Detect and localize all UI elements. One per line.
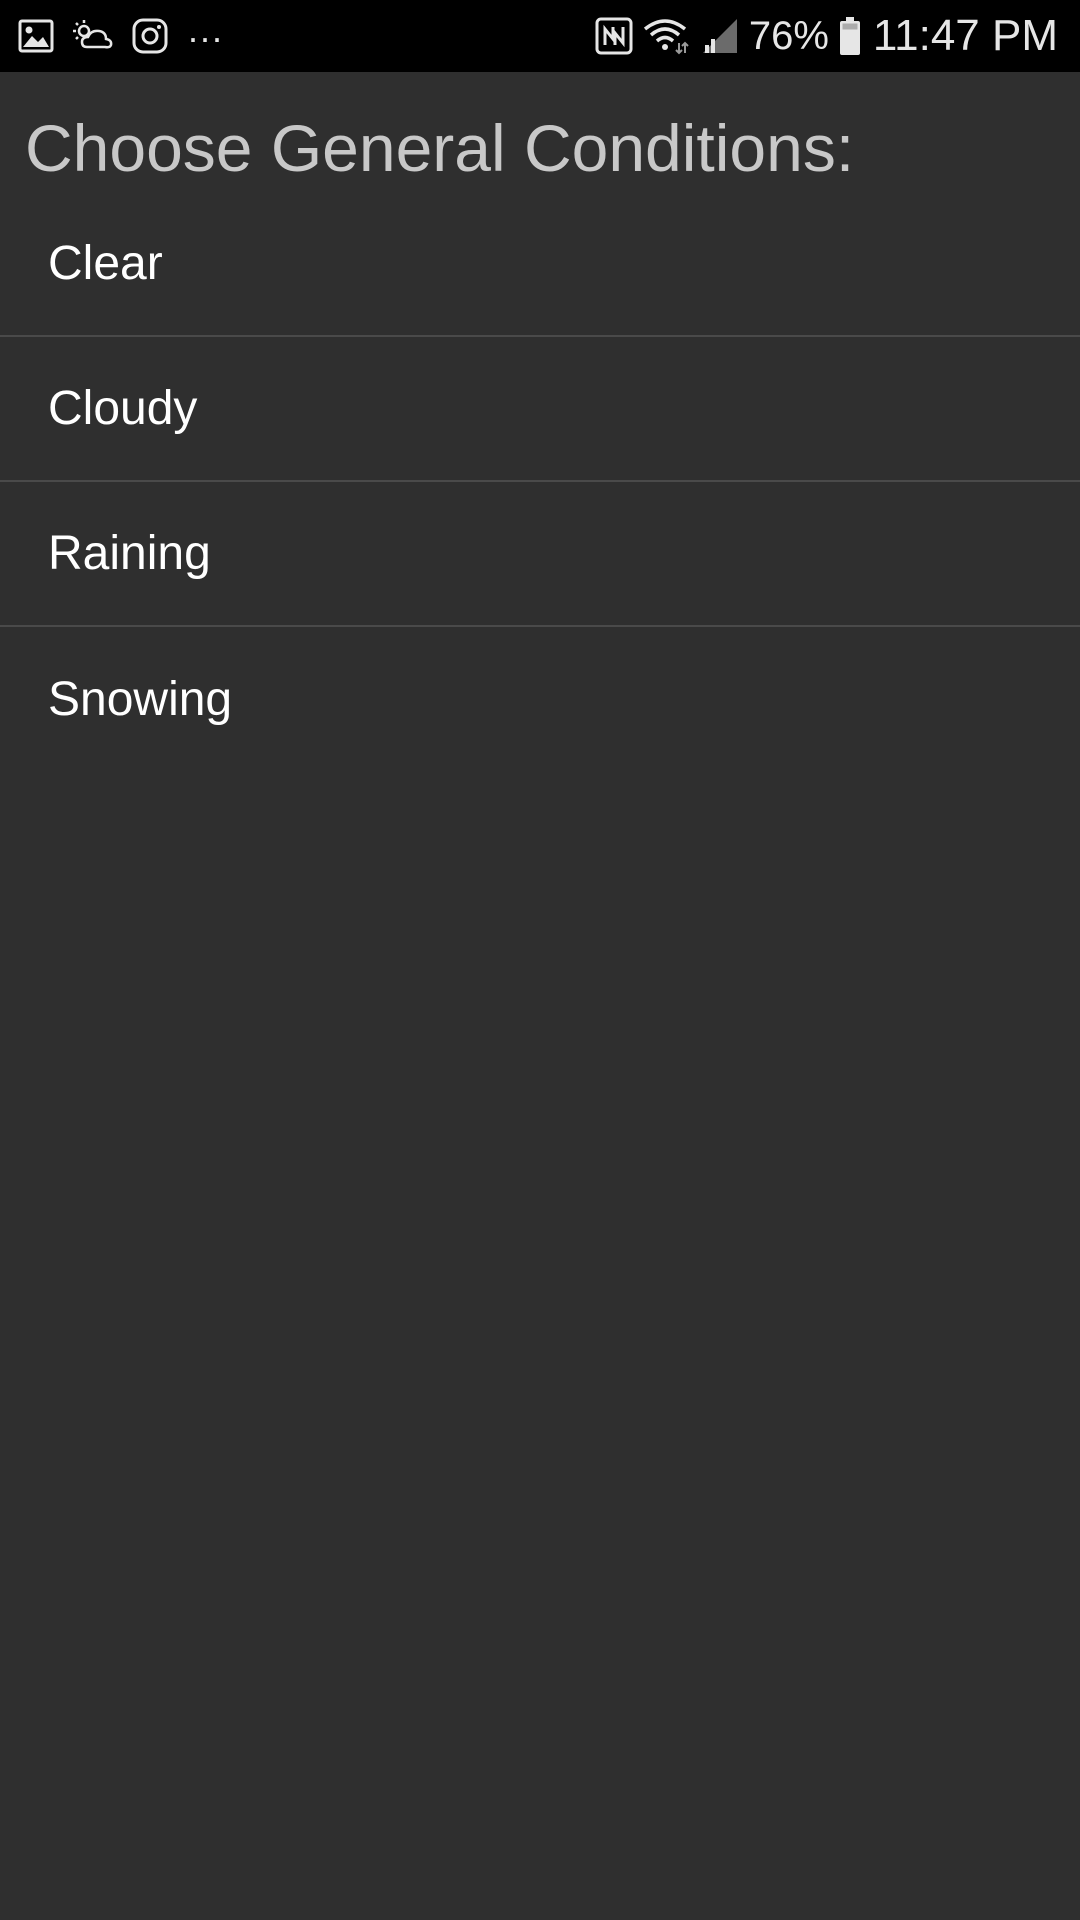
wifi-icon <box>643 17 691 55</box>
status-bar-notifications: ... <box>18 0 224 72</box>
weather-icon <box>72 19 114 53</box>
battery-icon <box>839 16 861 56</box>
clock: 11:47 PM <box>872 11 1058 60</box>
screen: ... 76% 11:47 PM Choose General Conditio… <box>0 0 1080 1920</box>
condition-item-label: Cloudy <box>48 381 198 435</box>
status-bar-system: 76% 11:47 PM <box>595 0 1058 72</box>
nfc-icon <box>595 17 633 55</box>
condition-item-label: Snowing <box>48 672 233 726</box>
condition-item-clear[interactable]: Clear <box>0 192 1080 337</box>
signal-icon <box>701 17 739 55</box>
more-notifications-indicator: ... <box>188 9 225 50</box>
status-bar: ... 76% 11:47 PM <box>0 0 1080 72</box>
battery-percentage: 76% <box>748 14 829 58</box>
gallery-icon <box>18 19 54 53</box>
condition-item-raining[interactable]: Raining <box>0 482 1080 627</box>
condition-item-snowing[interactable]: Snowing <box>0 627 1080 772</box>
condition-item-cloudy[interactable]: Cloudy <box>0 337 1080 482</box>
instagram-icon <box>132 18 168 54</box>
conditions-list: Clear Cloudy Raining Snowing <box>0 192 1080 772</box>
condition-item-label: Clear <box>48 236 163 290</box>
condition-item-label: Raining <box>48 526 211 580</box>
page-title: Choose General Conditions: <box>25 111 855 185</box>
